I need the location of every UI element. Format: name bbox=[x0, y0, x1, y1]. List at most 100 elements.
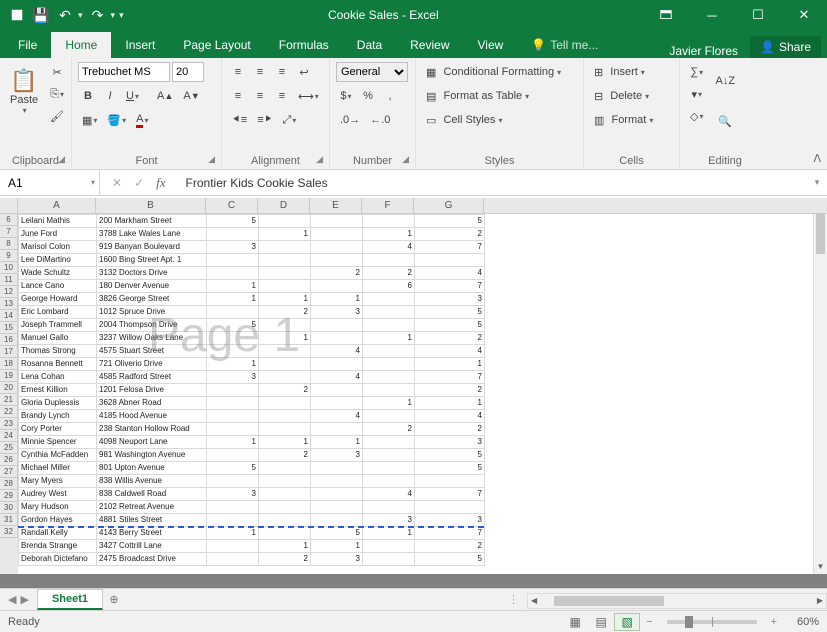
column-header-A[interactable]: A bbox=[18, 198, 96, 213]
align-bottom-button[interactable]: ≡ bbox=[272, 62, 292, 82]
table-row[interactable]: Gordon Hayes4881 Stiles Street33 bbox=[19, 514, 485, 527]
maximize-button[interactable]: ☐ bbox=[735, 0, 781, 30]
decrease-font-button[interactable]: A▼ bbox=[179, 86, 203, 106]
zoom-slider[interactable] bbox=[667, 620, 757, 624]
zoom-in-button[interactable]: + bbox=[765, 616, 783, 628]
hscroll-thumb[interactable] bbox=[554, 596, 664, 606]
row-header[interactable]: 11 bbox=[0, 274, 18, 286]
increase-font-button[interactable]: A▲ bbox=[153, 86, 177, 106]
redo-icon[interactable]: ↷ bbox=[89, 6, 107, 24]
orientation-button[interactable]: ⤢▾ bbox=[278, 110, 300, 130]
row-header[interactable]: 16 bbox=[0, 334, 18, 346]
tab-page-layout[interactable]: Page Layout bbox=[169, 32, 264, 58]
table-row[interactable]: Mary Myers838 Willis Avenue bbox=[19, 475, 485, 488]
fill-color-button[interactable]: 🪣▾ bbox=[103, 110, 130, 130]
table-row[interactable]: Cory Porter238 Stanton Hollow Road22 bbox=[19, 423, 485, 436]
tab-home[interactable]: Home bbox=[51, 32, 111, 58]
page-break-view-button[interactable]: ▧ bbox=[614, 613, 640, 631]
row-header[interactable]: 23 bbox=[0, 418, 18, 430]
enter-formula-icon[interactable]: ✓ bbox=[134, 176, 144, 190]
number-format-select[interactable]: General bbox=[336, 62, 408, 82]
table-row[interactable]: Ernest Killion1201 Felosa Drive22 bbox=[19, 384, 485, 397]
table-row[interactable]: Leilani Mathis200 Markham Street55 bbox=[19, 215, 485, 228]
table-row[interactable]: Cynthia McFadden981 Washington Avenue235 bbox=[19, 449, 485, 462]
row-header[interactable]: 24 bbox=[0, 430, 18, 442]
table-row[interactable]: Wade Schultz3132 Doctors Drive224 bbox=[19, 267, 485, 280]
wrap-text-button[interactable]: ↩ bbox=[294, 62, 314, 82]
column-header-D[interactable]: D bbox=[258, 198, 310, 213]
font-name-input[interactable] bbox=[78, 62, 170, 82]
insert-cells-button[interactable]: ⊞ Insert▾ bbox=[590, 62, 649, 82]
format-painter-button[interactable]: 🖌 bbox=[46, 106, 68, 126]
row-header[interactable]: 8 bbox=[0, 238, 18, 250]
vertical-scrollbar[interactable]: ▲ ▼ bbox=[813, 198, 827, 574]
column-header-G[interactable]: G bbox=[414, 198, 484, 213]
row-header[interactable]: 30 bbox=[0, 502, 18, 514]
format-cells-button[interactable]: ▥ Format▾ bbox=[590, 110, 657, 130]
row-header[interactable]: 26 bbox=[0, 454, 18, 466]
qat-customize[interactable]: ▾ bbox=[119, 10, 124, 21]
tell-me[interactable]: 💡Tell me... bbox=[517, 32, 612, 58]
cancel-formula-icon[interactable]: ✕ bbox=[112, 176, 122, 190]
sheet-nav-prev[interactable]: ◀ bbox=[8, 593, 16, 606]
table-row[interactable]: Manuel Gallo3237 Willow Oaks Lane112 bbox=[19, 332, 485, 345]
row-header[interactable]: 27 bbox=[0, 466, 18, 478]
table-row[interactable]: Lena Cohan4585 Radford Street347 bbox=[19, 371, 485, 384]
row-header[interactable]: 12 bbox=[0, 286, 18, 298]
sheet-nav-next[interactable]: ▶ bbox=[20, 593, 28, 606]
table-row[interactable]: Eric Lombard1012 Spruce Drive235 bbox=[19, 306, 485, 319]
tab-insert[interactable]: Insert bbox=[111, 32, 169, 58]
table-row[interactable]: Deborah Dictefano2475 Broadcast Drive235 bbox=[19, 553, 485, 566]
clear-button[interactable]: ◇▾ bbox=[686, 106, 707, 126]
row-header[interactable]: 15 bbox=[0, 322, 18, 334]
table-row[interactable]: Thomas Strong4575 Stuart Street44 bbox=[19, 345, 485, 358]
tab-review[interactable]: Review bbox=[396, 32, 463, 58]
decrease-decimal-button[interactable]: ←.0 bbox=[366, 110, 394, 130]
number-dialog-launcher[interactable]: ◢ bbox=[402, 154, 409, 165]
scroll-left-arrow[interactable]: ◀ bbox=[528, 596, 540, 605]
column-header-C[interactable]: C bbox=[206, 198, 258, 213]
table-row[interactable]: Michael Miller801 Upton Avenue55 bbox=[19, 462, 485, 475]
paste-button[interactable]: 📋Paste▾ bbox=[6, 62, 42, 120]
scroll-right-arrow[interactable]: ▶ bbox=[814, 596, 826, 605]
undo-menu[interactable]: ▾ bbox=[78, 10, 83, 21]
row-header[interactable]: 13 bbox=[0, 298, 18, 310]
undo-icon[interactable]: ↶ bbox=[56, 6, 74, 24]
table-row[interactable]: Randall Kelly4143 Berry Street1517 bbox=[19, 527, 485, 540]
table-row[interactable]: Brenda Strange3427 Cottrill Lane112 bbox=[19, 540, 485, 553]
autosum-button[interactable]: ∑▾ bbox=[686, 62, 707, 82]
share-button[interactable]: 👤Share bbox=[750, 36, 821, 58]
row-header[interactable]: 29 bbox=[0, 490, 18, 502]
row-header[interactable]: 9 bbox=[0, 250, 18, 262]
comma-format-button[interactable]: , bbox=[380, 86, 400, 106]
italic-button[interactable]: I bbox=[100, 86, 120, 106]
percent-format-button[interactable]: % bbox=[358, 86, 378, 106]
row-header[interactable]: 6 bbox=[0, 214, 18, 226]
fill-button[interactable]: ▾▾ bbox=[686, 84, 707, 104]
row-header[interactable]: 7 bbox=[0, 226, 18, 238]
merge-center-button[interactable]: ⟷▾ bbox=[294, 86, 323, 106]
scroll-down-arrow[interactable]: ▼ bbox=[814, 560, 827, 574]
new-sheet-button[interactable]: ⊕ bbox=[103, 593, 125, 606]
name-box[interactable]: A1▾ bbox=[0, 170, 100, 195]
collapse-ribbon-button[interactable]: ᐱ bbox=[813, 152, 821, 165]
fx-icon[interactable]: fx bbox=[156, 175, 165, 191]
row-header[interactable]: 21 bbox=[0, 394, 18, 406]
conditional-formatting-button[interactable]: ▦ Conditional Formatting▾ bbox=[422, 62, 565, 82]
decrease-indent-button[interactable]: ⯇≡ bbox=[228, 110, 251, 130]
row-header[interactable]: 22 bbox=[0, 406, 18, 418]
clipboard-dialog-launcher[interactable]: ◢ bbox=[58, 154, 65, 165]
sheet-tab-sheet1[interactable]: Sheet1 bbox=[37, 589, 103, 610]
vscroll-thumb[interactable] bbox=[816, 214, 825, 254]
user-name[interactable]: Javier Flores bbox=[657, 44, 750, 58]
table-row[interactable]: Minnie Spencer4098 Neuport Lane1113 bbox=[19, 436, 485, 449]
table-row[interactable]: Lee DiMartino1600 Bing Street Apt. 1 bbox=[19, 254, 485, 267]
row-header[interactable]: 25 bbox=[0, 442, 18, 454]
font-size-input[interactable] bbox=[172, 62, 204, 82]
align-left-button[interactable]: ≡ bbox=[228, 86, 248, 106]
table-row[interactable]: Joseph Trammell2004 Thompson Drive55 bbox=[19, 319, 485, 332]
table-row[interactable]: Audrey West838 Caldwell Road347 bbox=[19, 488, 485, 501]
copy-button[interactable]: ⎘▾ bbox=[46, 84, 68, 104]
align-right-button[interactable]: ≡ bbox=[272, 86, 292, 106]
borders-button[interactable]: ▦▾ bbox=[78, 110, 101, 130]
